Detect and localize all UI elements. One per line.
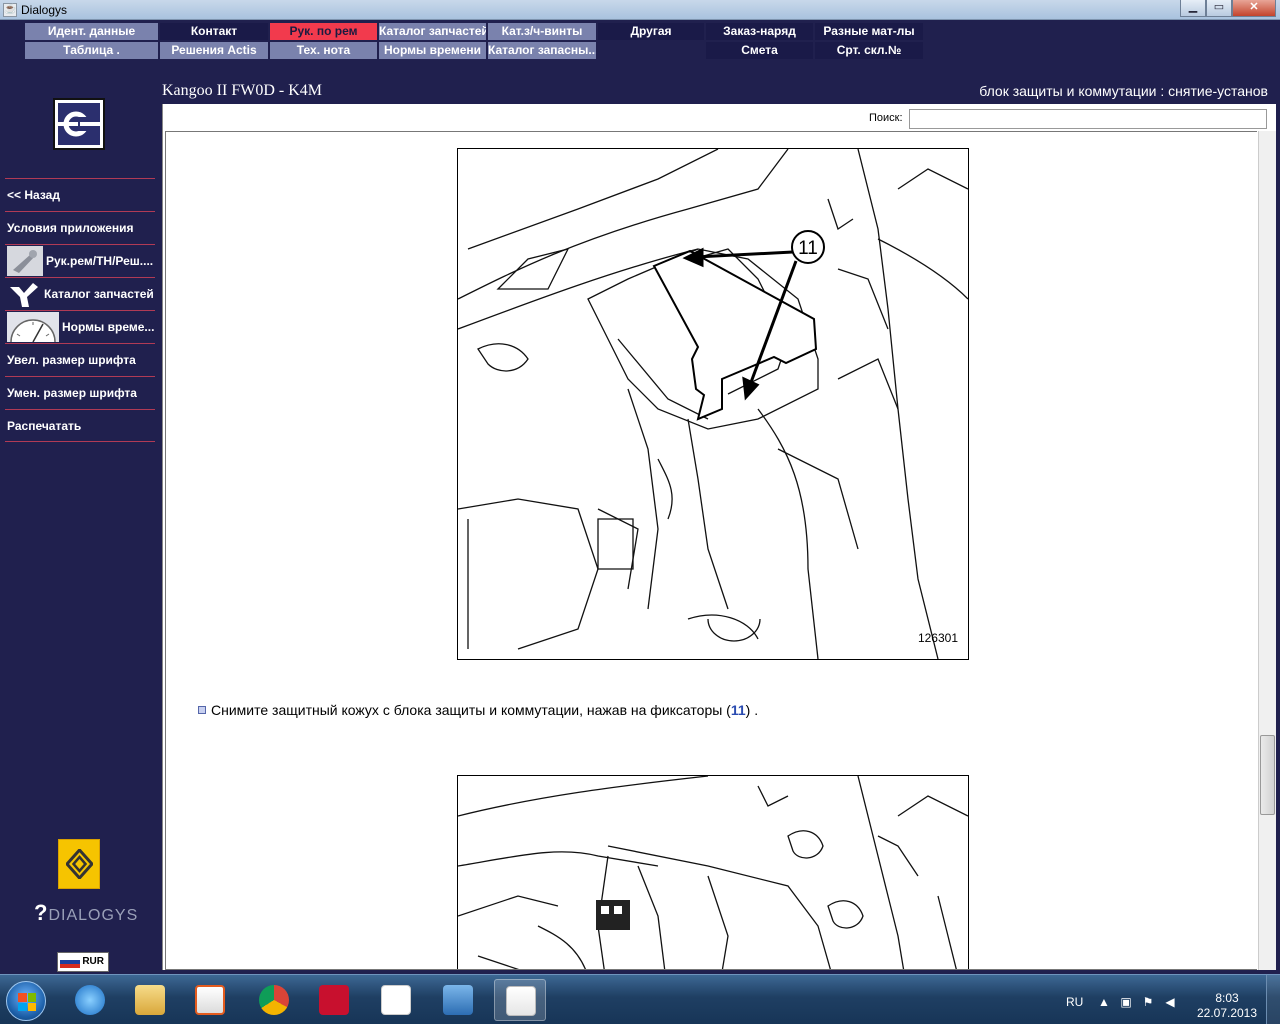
windows-taskbar: RU ▲ ▣ ⚑ ◀ 8:03 22.07.2013 bbox=[0, 974, 1280, 1024]
sidebar-item-repair-manual[interactable]: Рук.рем/ТН/Реш.... bbox=[5, 244, 155, 277]
taskbar-sound[interactable] bbox=[432, 979, 484, 1021]
search-input[interactable] bbox=[909, 109, 1267, 129]
callout-label: 11 bbox=[798, 238, 818, 259]
sidebar-item-font-increase[interactable]: Увел. размер шрифта bbox=[5, 343, 155, 376]
sidebar-item-label: Каталог запчастей bbox=[44, 287, 154, 301]
window-controls: ▁ ▭ ✕ bbox=[1180, 0, 1276, 18]
engine-bay-drawing: 11 bbox=[458, 149, 968, 659]
menu-ident-data[interactable]: Идент. данные bbox=[25, 23, 158, 40]
search-label: Поиск: bbox=[869, 112, 903, 124]
taskbar-chrome[interactable] bbox=[248, 979, 300, 1021]
minimize-button[interactable]: ▁ bbox=[1180, 0, 1206, 17]
speaker-app-icon bbox=[443, 985, 473, 1015]
sidebar-item-label: Условия приложения bbox=[7, 221, 134, 235]
sidebar-nav: << Назад Условия приложения Рук.рем/ТН/Р… bbox=[5, 178, 155, 442]
taskbar-kaspersky[interactable] bbox=[308, 979, 360, 1021]
engine-bay-figure-2 bbox=[457, 775, 969, 969]
menu-actis-solutions[interactable]: Решения Actis bbox=[160, 42, 268, 59]
left-sidebar: << Назад Условия приложения Рук.рем/ТН/Р… bbox=[0, 78, 160, 974]
menu-estimate[interactable]: Смета bbox=[706, 42, 813, 59]
figure-number: 126301 bbox=[917, 631, 958, 645]
document-view[interactable]: 11 126301 Снимите защитный кожух с блока… bbox=[165, 131, 1257, 970]
russia-flag-icon bbox=[60, 956, 80, 968]
search-row: Поиск: bbox=[163, 108, 1277, 130]
action-center-flag-icon[interactable]: ⚑ bbox=[1141, 995, 1155, 1009]
gauge-icon bbox=[7, 312, 59, 342]
sidebar-item-label: Рук.рем/ТН/Реш.... bbox=[46, 254, 154, 268]
volume-icon[interactable]: ◀ bbox=[1163, 995, 1177, 1009]
instruction-step: Снимите защитный кожух с блока защиты и … bbox=[198, 702, 758, 718]
menu-misc-materials[interactable]: Разные мат-лы bbox=[815, 23, 923, 40]
menu-parts-screws[interactable]: Кат.з/ч-винты bbox=[488, 23, 596, 40]
content-header: Kangoo II FW0D - K4M блок защиты и комму… bbox=[160, 78, 1280, 104]
vertical-scrollbar[interactable] bbox=[1258, 131, 1276, 970]
menu-tech-note[interactable]: Тех. нота bbox=[270, 42, 377, 59]
sidebar-item-label: Распечатать bbox=[7, 418, 82, 433]
repair-tools-icon bbox=[7, 246, 43, 276]
taskbar-media-player[interactable] bbox=[184, 979, 236, 1021]
system-clock[interactable]: 8:03 22.07.2013 bbox=[1196, 991, 1258, 1021]
engine-bay-drawing-2 bbox=[458, 776, 968, 969]
close-button[interactable]: ✕ bbox=[1232, 0, 1276, 17]
internet-explorer-icon bbox=[75, 985, 105, 1015]
sidebar-item-back[interactable]: << Назад bbox=[5, 178, 155, 211]
sidebar-item-font-decrease[interactable]: Умен. размер шрифта bbox=[5, 376, 155, 409]
menu-spare-catalog[interactable]: Каталог запасны... bbox=[488, 42, 596, 59]
java-icon bbox=[506, 986, 536, 1016]
keyboard-language[interactable]: RU bbox=[1066, 995, 1083, 1009]
network-icon[interactable]: ▣ bbox=[1119, 995, 1133, 1009]
window-title: Dialogys bbox=[21, 3, 68, 17]
currency-selector[interactable]: RUR bbox=[57, 952, 109, 972]
show-desktop-button[interactable] bbox=[1266, 975, 1280, 1024]
taskbar-internet-explorer[interactable] bbox=[64, 979, 116, 1021]
start-button[interactable] bbox=[6, 981, 46, 1021]
sidebar-item-parts-catalog[interactable]: Каталог запчастей bbox=[5, 277, 155, 310]
sidebar-item-label: Увел. размер шрифта bbox=[7, 353, 136, 367]
menu-time-norms[interactable]: Нормы времени bbox=[379, 42, 486, 59]
parts-wrench-icon bbox=[7, 279, 41, 309]
sidebar-item-conditions[interactable]: Условия приложения bbox=[5, 211, 155, 244]
windows-logo-icon bbox=[18, 993, 36, 1011]
taskbar-yandex[interactable] bbox=[370, 979, 422, 1021]
clock-date: 22.07.2013 bbox=[1196, 1006, 1258, 1020]
dialogys-logo: ?DIALOGYS bbox=[34, 900, 139, 925]
kaspersky-icon bbox=[319, 985, 349, 1015]
menu-work-order[interactable]: Заказ-наряд bbox=[706, 23, 813, 40]
tray-expand-icon[interactable]: ▲ bbox=[1097, 995, 1111, 1009]
wrench-logo-icon bbox=[53, 98, 105, 150]
scrollbar-thumb[interactable] bbox=[1260, 735, 1275, 815]
sidebar-item-time-norms[interactable]: Нормы време... bbox=[5, 310, 155, 343]
reference-link[interactable]: 11 bbox=[731, 702, 746, 718]
taskbar-explorer[interactable] bbox=[124, 979, 176, 1021]
folder-icon bbox=[135, 985, 165, 1015]
top-menu: Идент. данные Контакт Рук. по рем Катало… bbox=[0, 20, 1280, 78]
menu-contact[interactable]: Контакт bbox=[160, 23, 268, 40]
media-player-icon bbox=[195, 985, 225, 1015]
maximize-button[interactable]: ▭ bbox=[1206, 0, 1232, 17]
java-app-icon: ☕ bbox=[3, 3, 17, 17]
document-title: блок защиты и коммутации : снятие-устано… bbox=[979, 83, 1268, 99]
chrome-icon bbox=[259, 985, 289, 1015]
menu-warehouse-no[interactable]: Срт. скл.№ bbox=[815, 42, 923, 59]
engine-bay-figure-1: 11 126301 bbox=[457, 148, 969, 660]
content-panel: Поиск: 11 126301 Снимите защитный кожух … bbox=[162, 104, 1276, 970]
window-titlebar: ☕ Dialogys ▁ ▭ ✕ bbox=[0, 0, 1280, 20]
menu-repair-manual[interactable]: Рук. по рем bbox=[270, 23, 377, 40]
step-bullet-icon bbox=[198, 706, 206, 714]
sidebar-item-label: Умен. размер шрифта bbox=[7, 386, 137, 400]
clock-time: 8:03 bbox=[1215, 991, 1239, 1005]
sidebar-item-label: << Назад bbox=[7, 188, 60, 202]
menu-parts-catalog[interactable]: Каталог запчастей bbox=[379, 23, 486, 40]
renault-logo-icon bbox=[58, 839, 100, 889]
sidebar-item-label: Нормы време... bbox=[62, 320, 155, 334]
menu-table[interactable]: Таблица . bbox=[25, 42, 158, 59]
yandex-icon bbox=[381, 985, 411, 1015]
taskbar-java-dialogys[interactable] bbox=[494, 979, 546, 1021]
menu-other[interactable]: Другая bbox=[598, 23, 704, 40]
vehicle-model: Kangoo II FW0D - K4M bbox=[162, 82, 322, 99]
sidebar-item-print[interactable]: Распечатать bbox=[5, 409, 155, 442]
